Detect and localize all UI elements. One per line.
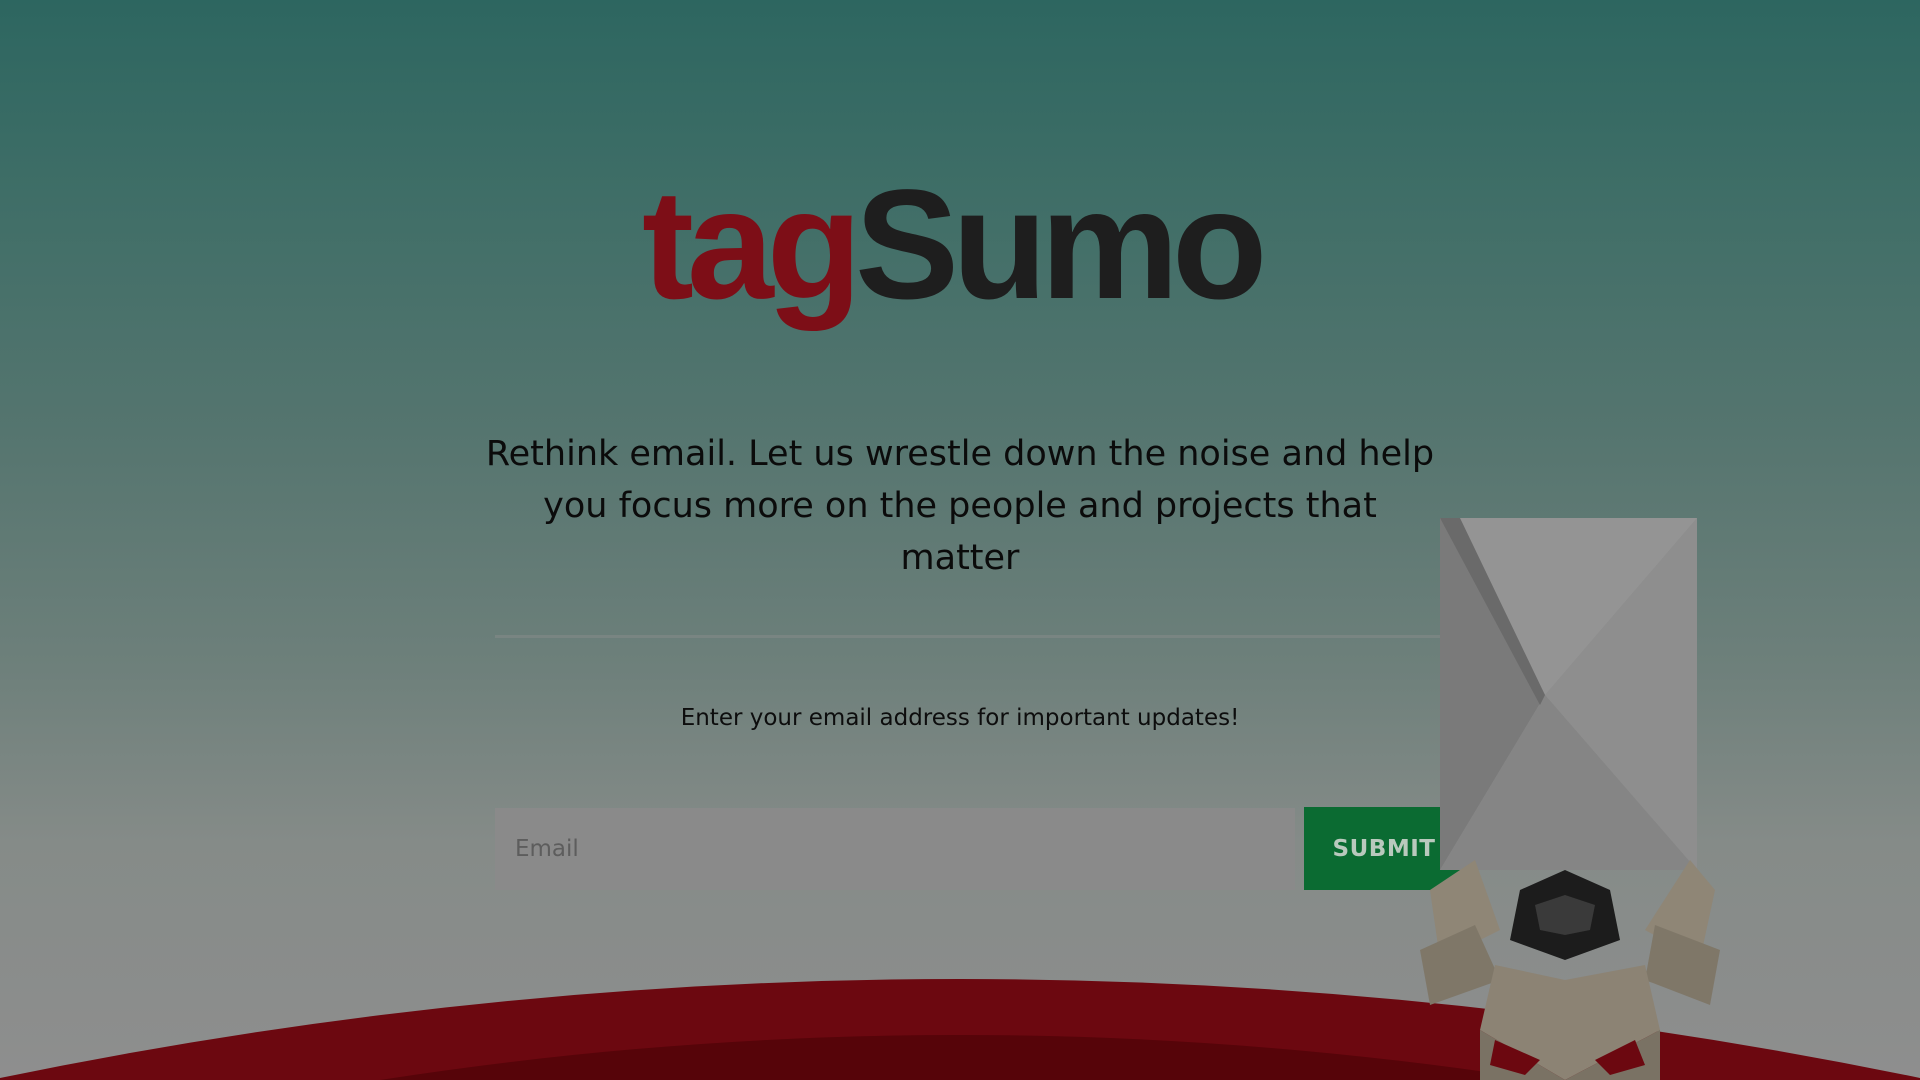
- signup-prompt: Enter your email address for important u…: [680, 705, 1240, 731]
- tagline: Rethink email. Let us wrestle down the n…: [485, 434, 1435, 578]
- email-field[interactable]: [495, 808, 1295, 890]
- logo-tag: tag: [642, 158, 862, 332]
- logo-sumo: Sumo: [855, 158, 1267, 332]
- divider: [495, 635, 1440, 638]
- sumo-mascot-icon: [1420, 518, 1720, 1080]
- logo: tagSumo: [642, 160, 1322, 330]
